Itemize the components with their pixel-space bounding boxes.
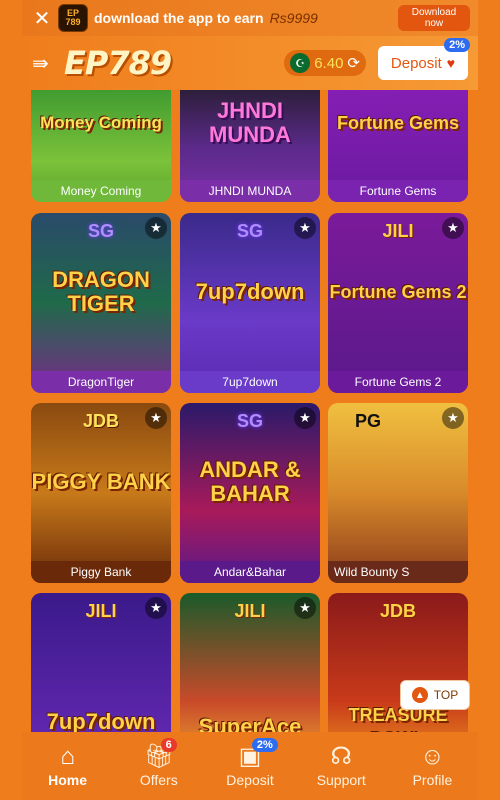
game-caption: 7up7down — [180, 371, 320, 393]
game-art-title: Fortune Gems 2 — [329, 282, 467, 302]
game-art-title: PIGGY BANK — [31, 469, 171, 494]
nav-label: Home — [48, 772, 88, 788]
game-card[interactable]: JHNDI MUNDA JHNDI MUNDA — [180, 90, 320, 202]
nav-support[interactable]: ☊ Support — [296, 732, 387, 800]
game-card[interactable]: Money Coming Money Coming — [31, 90, 171, 202]
game-card[interactable]: Fortune Gems Fortune Gems — [328, 90, 468, 202]
game-caption: Fortune Gems — [328, 180, 468, 202]
deposit-button[interactable]: Deposit ♥ 2% — [378, 38, 470, 80]
game-art-title: DRAGON TIGER — [52, 267, 150, 316]
menu-icon[interactable]: ⇛ — [32, 51, 58, 76]
game-art-title: Fortune Gems — [336, 113, 460, 133]
game-art-title: Money Coming — [40, 113, 162, 132]
nav-deposit[interactable]: ▣ 2% Deposit — [204, 732, 295, 800]
game-card[interactable]: JILI ★ SuperAce — [180, 593, 320, 732]
deposit-bonus-badge: 2% — [444, 38, 470, 52]
deposit-bonus-badge: 2% — [251, 738, 278, 752]
download-banner: ✕ EP 789 download the app to earn Rs9999… — [22, 0, 478, 36]
bottom-nav: ⌂ Home 🎁︎ 6 Offers ▣ 2% Deposit ☊ Suppor… — [22, 732, 478, 800]
brand-logo[interactable]: EP789 — [64, 44, 172, 82]
game-caption: Piggy Bank — [31, 561, 171, 583]
pakistan-flag-icon: ☪ — [290, 53, 311, 73]
nav-label: Profile — [412, 772, 453, 788]
game-card[interactable]: SG ★ ANDAR & BAHAR Andar&Bahar — [180, 403, 320, 583]
headset-icon: ☊ — [330, 743, 352, 770]
game-card[interactable]: PG ★ Wild Bounty S — [328, 403, 468, 583]
scroll-top-button[interactable]: ▲ TOP — [400, 680, 470, 710]
nav-profile[interactable]: ☺ Profile — [387, 732, 478, 800]
arrow-up-icon: ▲ — [411, 687, 428, 703]
nav-offers[interactable]: 🎁︎ 6 Offers — [113, 732, 204, 800]
balance-value: 6.40 — [314, 54, 344, 72]
game-caption: Wild Bounty S — [328, 561, 468, 583]
game-card[interactable]: JILI ★ Fortune Gems 2 Fortune Gems 2 — [328, 213, 468, 393]
offers-count-badge: 6 — [160, 738, 177, 752]
game-art-title: 7up7down — [46, 709, 156, 733]
top-header: ⇛ EP789 ☪ 6.40 ⟳ Deposit ♥ 2% — [22, 36, 478, 90]
close-icon[interactable]: ✕ — [30, 6, 54, 31]
nav-label: Offers — [139, 772, 178, 788]
game-art-title: SuperAce — [198, 714, 302, 733]
heart-icon: ♥ — [446, 55, 456, 71]
game-caption: Andar&Bahar — [180, 561, 320, 583]
download-now-button[interactable]: Download now — [398, 5, 470, 31]
deposit-label: Deposit — [390, 54, 442, 72]
game-grid: Money Coming Money Coming JHNDI MUNDA JH… — [22, 90, 478, 732]
game-card[interactable]: JDB TREASURE BOWL — [328, 593, 468, 732]
nav-label: Deposit — [226, 772, 274, 788]
banner-text: download the app to earn — [94, 10, 264, 26]
game-caption: DragonTiger — [31, 371, 171, 393]
game-card[interactable]: SG ★ DRAGON TIGER DragonTiger — [31, 213, 171, 393]
nav-label: Support — [316, 772, 366, 788]
nav-home[interactable]: ⌂ Home — [22, 732, 113, 800]
top-label: TOP — [433, 688, 459, 702]
refresh-icon[interactable]: ⟳ — [347, 54, 360, 72]
game-caption: Money Coming — [31, 180, 171, 202]
game-art-title: JHNDI MUNDA — [209, 98, 291, 147]
app-logo: EP 789 — [58, 4, 88, 32]
user-icon: ☺ — [420, 743, 445, 770]
game-art-title: ANDAR & BAHAR — [199, 457, 301, 506]
game-caption: Fortune Gems 2 — [328, 371, 468, 393]
wallet-balance: ☪ 6.40 ⟳ — [284, 50, 366, 76]
game-card[interactable]: SG ★ 7up7down 7up7down — [180, 213, 320, 393]
game-card[interactable]: JILI ★ 7up7down — [31, 593, 171, 732]
game-card[interactable]: JDB ★ PIGGY BANK Piggy Bank — [31, 403, 171, 583]
game-caption: JHNDI MUNDA — [180, 180, 320, 202]
home-icon: ⌂ — [60, 743, 75, 770]
banner-amount: Rs9999 — [269, 10, 318, 26]
game-art-title: 7up7down — [195, 279, 305, 304]
